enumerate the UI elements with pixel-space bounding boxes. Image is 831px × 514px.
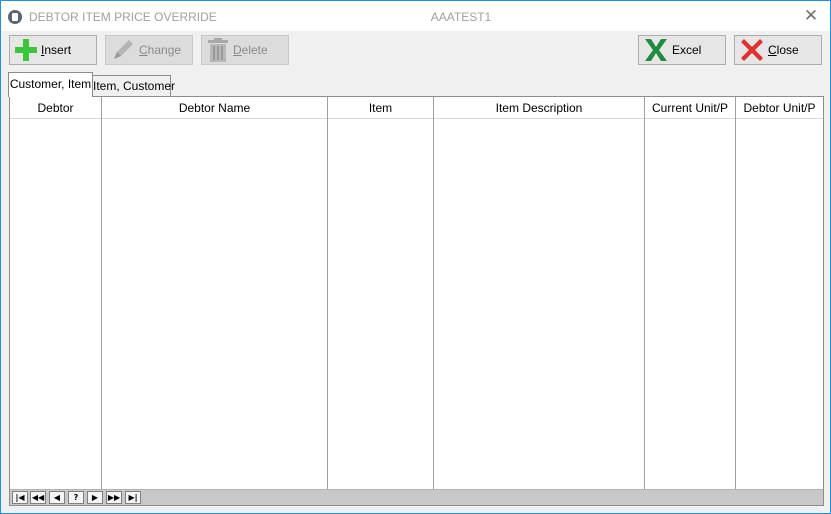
delete-label: Delete bbox=[233, 43, 268, 57]
tab-customer-item-label: Customer, Item bbox=[9, 77, 92, 91]
title-bar: DEBTOR ITEM PRICE OVERRIDE AAATEST1 ✕ bbox=[1, 1, 830, 31]
window-title: DEBTOR ITEM PRICE OVERRIDE bbox=[29, 10, 217, 24]
company-code: AAATEST1 bbox=[430, 10, 492, 24]
nav-last-button[interactable]: ▶| bbox=[125, 491, 141, 504]
insert-button[interactable]: Insert bbox=[9, 35, 97, 65]
window-close-icon[interactable]: ✕ bbox=[801, 6, 821, 26]
column-divider bbox=[735, 97, 736, 490]
red-x-icon bbox=[741, 39, 763, 61]
change-button[interactable]: Change bbox=[105, 35, 193, 65]
excel-label: Excel bbox=[672, 43, 702, 57]
column-header-debtor[interactable]: Debtor bbox=[10, 97, 101, 119]
delete-button[interactable]: Delete bbox=[201, 35, 289, 65]
nav-next-button[interactable]: ▶ bbox=[87, 491, 103, 504]
close-label: Close bbox=[768, 43, 799, 57]
close-button[interactable]: Close bbox=[734, 35, 822, 65]
nav-next-page-button[interactable]: ▶▶ bbox=[106, 491, 122, 504]
insert-label: Insert bbox=[41, 43, 72, 57]
nav-prev-button[interactable]: ◀ bbox=[49, 491, 65, 504]
app-icon bbox=[8, 10, 22, 24]
column-header-current-unit-price[interactable]: Current Unit/P bbox=[645, 97, 735, 119]
main-window: DEBTOR ITEM PRICE OVERRIDE AAATEST1 ✕ In… bbox=[0, 0, 831, 514]
grid-header: Debtor Debtor Name Item Item Description… bbox=[10, 97, 823, 119]
nav-query-button[interactable]: ? bbox=[68, 491, 84, 504]
column-divider bbox=[644, 97, 645, 490]
tab-item-customer[interactable]: Item, Customer bbox=[92, 75, 175, 96]
column-header-debtor-unit-price[interactable]: Debtor Unit/P bbox=[736, 97, 823, 119]
column-divider bbox=[433, 97, 434, 490]
data-grid[interactable]: Debtor Debtor Name Item Item Description… bbox=[9, 96, 824, 506]
nav-first-button[interactable]: |◀ bbox=[12, 491, 28, 504]
column-divider bbox=[327, 97, 328, 490]
trash-icon bbox=[208, 38, 228, 62]
excel-button[interactable]: Excel bbox=[638, 35, 726, 65]
tab-item-customer-label: Item, Customer bbox=[93, 79, 176, 93]
pencil-icon bbox=[114, 40, 133, 59]
column-header-item-description[interactable]: Item Description bbox=[434, 97, 644, 119]
change-label: Change bbox=[139, 43, 182, 57]
column-divider bbox=[101, 97, 102, 490]
nav-prev-page-button[interactable]: ◀◀ bbox=[30, 491, 46, 504]
record-navigator: |◀ ◀◀ ◀ ? ▶ ▶▶ ▶| bbox=[10, 489, 823, 505]
plus-icon bbox=[15, 39, 37, 61]
excel-icon bbox=[645, 39, 667, 61]
tab-customer-item[interactable]: Customer, Item bbox=[8, 72, 93, 97]
column-header-debtor-name[interactable]: Debtor Name bbox=[102, 97, 327, 119]
column-header-item[interactable]: Item bbox=[328, 97, 433, 119]
